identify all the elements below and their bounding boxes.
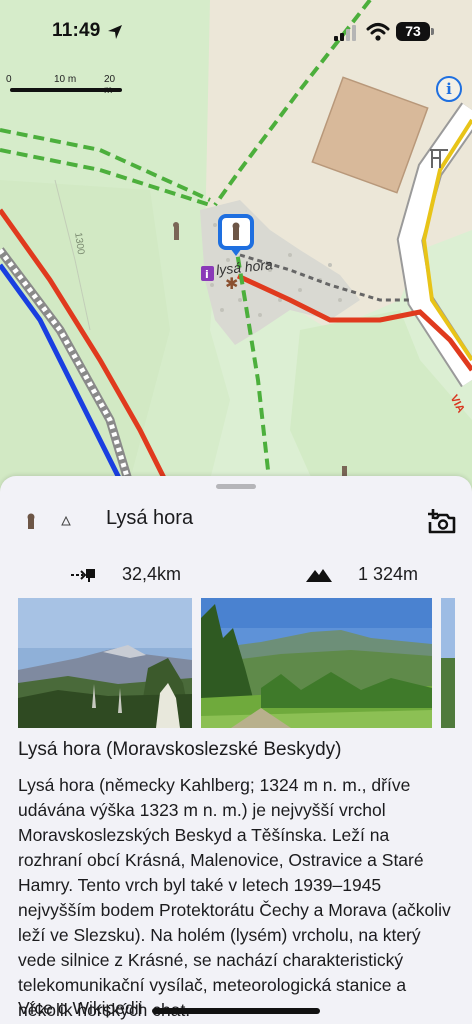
photo-partial[interactable]: [441, 598, 455, 728]
photo-carousel[interactable]: [18, 598, 472, 728]
svg-text:i: i: [205, 268, 209, 281]
article-title: Lysá hora (Moravskoslezské Beskydy): [18, 739, 342, 760]
distance-icon: [71, 569, 95, 582]
elevation-value: 1 324m: [358, 564, 419, 584]
place-detail-sheet[interactable]: Lysá hora 32,4km 1 324m Lysá hora (Morav…: [0, 476, 472, 1024]
add-photo-icon[interactable]: [428, 508, 456, 534]
battery-indicator: 73: [396, 22, 434, 41]
signal-icon: [334, 25, 356, 41]
scale-label-20: 20 m: [104, 74, 116, 96]
scale-bar: [10, 88, 122, 92]
location-arrow-icon: [108, 25, 122, 39]
triangle-icon: [61, 516, 71, 526]
status-time: 11:49: [52, 20, 101, 41]
wikipedia-link[interactable]: Více o Wikipedii: [18, 998, 143, 1019]
place-stats: 32,4km 1 324m: [0, 562, 472, 588]
article-text: Lysá hora (německy Kahlberg; 1324 m n. m…: [18, 775, 451, 1020]
status-bar: 11:49 73: [0, 0, 472, 62]
place-title: Lysá hora: [106, 507, 194, 529]
peak-icon: [27, 513, 35, 529]
scale-label-10: 10 m: [54, 74, 77, 85]
mountain-icon: [306, 569, 332, 582]
photo-peak-from-valley[interactable]: [18, 598, 192, 728]
map-view[interactable]: i ✱ 11:49 73 0 10 m 20 m i lysá h: [0, 0, 472, 522]
home-indicator: [152, 1008, 320, 1014]
map-scale: 0 10 m 20 m: [6, 74, 126, 96]
sheet-grabber[interactable]: [216, 484, 256, 489]
wifi-icon: [366, 23, 390, 41]
scale-label-0: 0: [6, 74, 12, 85]
photo-ridge-meadow[interactable]: [201, 598, 432, 728]
info-icon[interactable]: i: [436, 76, 462, 102]
distance-value: 32,4km: [122, 564, 182, 584]
